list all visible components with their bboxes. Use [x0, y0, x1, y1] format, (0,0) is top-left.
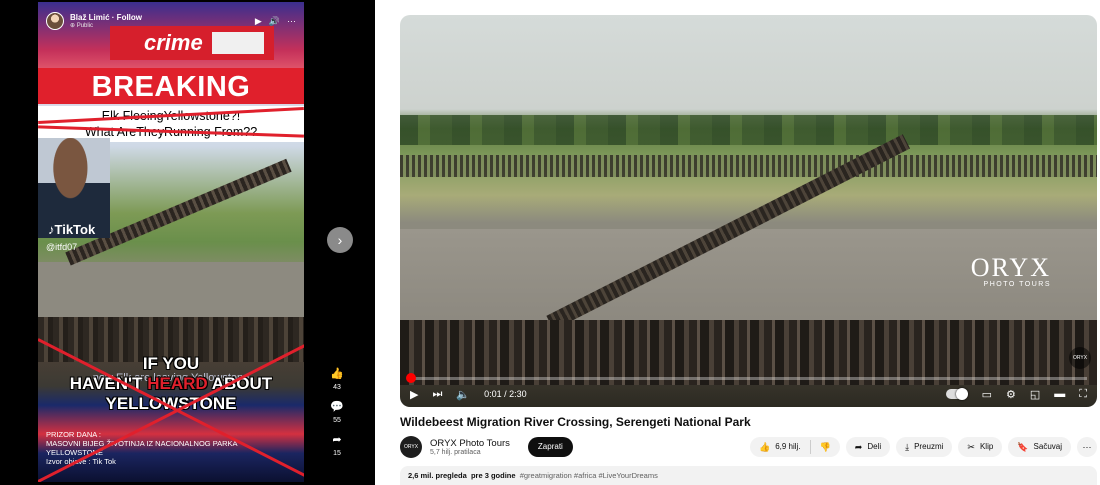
volume-icon[interactable]: 🔈	[456, 388, 470, 401]
reaction-column: 👍 43 💬 55 ➦ 15	[326, 366, 348, 465]
like-dislike-group: 👍 6,9 hilj. 👎	[749, 437, 840, 457]
download-button[interactable]: ⤓ Preuzmi	[896, 437, 953, 457]
channel-row: ORYX ORYX Photo Tours 5,7 hilj. pratilac…	[400, 433, 1097, 461]
download-icon: ⤓	[905, 442, 910, 452]
author-follow-link[interactable]: Blaž Limić · Follow	[70, 13, 142, 22]
oryx-watermark-sub: PHOTO TOURS	[983, 281, 1051, 288]
subtitles-icon[interactable]: ▭	[982, 388, 992, 401]
theater-mode-icon[interactable]: ▬	[1054, 388, 1065, 400]
video-treeline	[400, 115, 1097, 145]
autoplay-toggle[interactable]	[945, 388, 968, 400]
share-icon[interactable]: ➦	[329, 432, 345, 448]
video-herd-distant	[400, 155, 1097, 177]
thumbs-down-icon: 👎	[819, 442, 831, 452]
miniplayer-icon[interactable]: ◱	[1030, 388, 1040, 401]
facebook-reel-panel: Blaž Limić · Follow ⊕ Public ▶ 🔊 ··· cri…	[0, 0, 375, 485]
reel-river	[38, 262, 304, 324]
subscriber-count: 5,7 hilj. pratilaca	[430, 449, 481, 456]
comment-icon[interactable]: 💬	[329, 399, 345, 415]
video-herd-foreground	[400, 320, 1097, 385]
like-button[interactable]: 👍 6,9 hilj.	[750, 437, 810, 457]
more-options-icon[interactable]: ···	[287, 16, 296, 27]
progress-bar[interactable]	[410, 377, 1087, 380]
play-icon[interactable]: ▶	[410, 388, 418, 401]
next-icon[interactable]: ⏭	[432, 388, 442, 401]
action-bar: 👍 6,9 hilj. 👎 ➦ Deli ⤓ Preuzmi ✂ Klip 🔖 Sačuv…	[749, 437, 1097, 457]
thumbs-up-icon: 👍	[758, 442, 771, 452]
channel-name[interactable]: ORYX Photo Tours	[430, 438, 510, 449]
view-count: 2,6 mil. pregleda	[408, 471, 467, 480]
prizor-caption: PRIZOR DANA : MASOVNI BIJEG ŽIVOTINJA IZ…	[46, 430, 296, 466]
comment-count: 55	[333, 417, 341, 424]
upload-age: pre 3 godine	[470, 471, 516, 480]
tiktok-watermark: ♪TikTok	[48, 222, 96, 237]
author-avatar[interactable]	[46, 12, 64, 30]
more-actions-icon[interactable]: ···	[1077, 437, 1097, 457]
channel-corner-badge[interactable]: ORYX	[1069, 347, 1091, 369]
video-title: Wildebeest Migration River Crossing, Ser…	[400, 415, 751, 429]
like-count: 43	[333, 384, 341, 391]
oryx-watermark-word: ORYX	[970, 253, 1051, 282]
save-button[interactable]: 🔖 Sačuvaj	[1008, 437, 1071, 457]
breaking-news-banner: BREAKING NEWS!	[38, 68, 304, 141]
crime-label: crime	[144, 30, 203, 55]
reel-video[interactable]: Blaž Limić · Follow ⊕ Public ▶ 🔊 ··· cri…	[38, 2, 304, 482]
share-count: 15	[333, 450, 341, 457]
bookmark-icon: 🔖	[1017, 442, 1029, 452]
privacy-label: Public	[76, 23, 94, 29]
channel-avatar[interactable]: ORYX	[400, 436, 422, 458]
globe-icon: ⊕	[70, 23, 77, 29]
oryx-watermark: ORYX PHOTO TOURS	[951, 253, 1051, 288]
hashtags[interactable]: #greatmigration #africa #LiveYourDreams	[520, 471, 658, 480]
next-reel-button[interactable]: ›	[327, 227, 353, 253]
progress-scrubber[interactable]	[406, 373, 416, 383]
overlay-line-2: HAVEN'T HEARD ABOUT	[69, 374, 273, 393]
crime-banner: crime	[110, 26, 274, 60]
tiktok-username: @itfd07	[46, 242, 78, 252]
description-box[interactable]: 2,6 mil. pregleda pre 3 godine #greatmig…	[400, 466, 1097, 485]
share-button[interactable]: ➦ Deli	[845, 437, 891, 457]
player-controls: ▶ ⏭ 🔈 0:01 / 2:30 ▭ ⚙ ◱ ▬ ⛶	[410, 385, 1087, 403]
prizor-line-2: MASOVNI BIJEG ŽIVOTINJA IZ NACIONALNOG P…	[46, 439, 238, 448]
prizor-line-1: PRIZOR DANA :	[46, 430, 102, 439]
share-icon: ➦	[854, 442, 863, 452]
like-icon[interactable]: 👍	[329, 366, 345, 382]
crime-banner-box	[212, 32, 264, 54]
scissors-icon: ✂	[967, 442, 975, 452]
fullscreen-icon[interactable]: ⛶	[1079, 388, 1087, 401]
settings-gear-icon[interactable]: ⚙	[1006, 388, 1016, 401]
play-icon[interactable]: ▶	[255, 16, 262, 27]
subscribe-button[interactable]: Zaprati	[527, 437, 573, 457]
clip-button[interactable]: ✂ Klip	[958, 437, 1003, 457]
youtube-video-player[interactable]: ORYX PHOTO TOURS ORYX ▶ ⏭ 🔈 0:01 / 2:30 …	[400, 15, 1097, 407]
volume-icon[interactable]: 🔊	[269, 16, 280, 27]
time-display: 0:01 / 2:30	[484, 389, 527, 399]
dislike-button[interactable]: 👎	[811, 437, 840, 457]
